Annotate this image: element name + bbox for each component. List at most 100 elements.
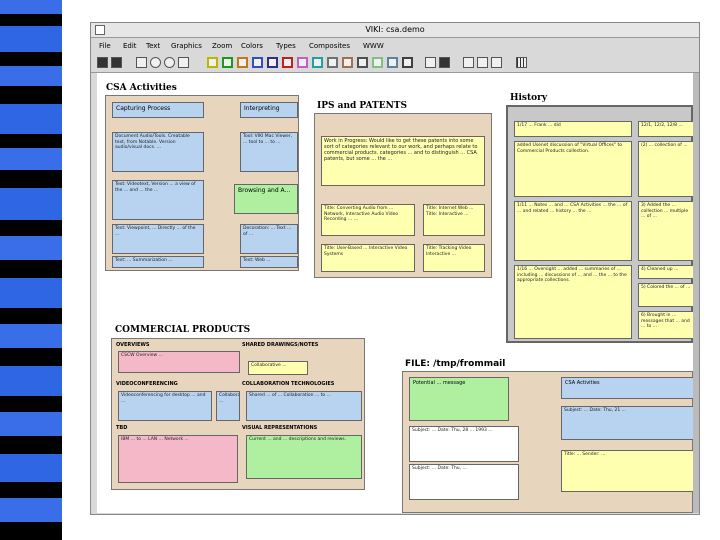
ips-panel[interactable]: Work in Progress: Would like to get thes… [314,113,492,278]
color-yellow-icon[interactable] [207,57,218,68]
history-card[interactable]: 1/11 ... Notes ... and ... CSA Activitie… [514,201,632,261]
file-card[interactable]: Subject: ... Date: Thu, 28 ... 1993 ... [409,426,519,462]
view-icon[interactable] [97,57,108,68]
commercial-panel[interactable]: OVERVIEWS SHARED DRAWINGS/NOTES CSCW Ove… [111,338,365,490]
history-card[interactable]: 4) Cleaned up ... [638,265,693,279]
file-card[interactable]: Potential ... message [409,377,509,421]
stripe-band [0,260,62,278]
file-card[interactable]: Subject: ... Date: Thu, ... [409,464,519,500]
csa-card[interactable]: Tool: VIKI Mac Viewer, ... tool to ... t… [240,132,298,172]
line-none-icon[interactable] [425,57,436,68]
history-card[interactable]: 3) Added the ... collection ... multiple… [638,201,693,261]
ips-title: IPS and PATENTS [317,101,407,111]
ips-card[interactable]: Title: User-Based ... Interactive Video … [321,244,415,272]
section-label: SHARED DRAWINGS/NOTES [242,342,319,348]
file-card[interactable]: Subject: ... Date: Thu, 21 ... [561,406,693,440]
commercial-card[interactable]: Current ... and ... descriptions and rev… [246,435,362,479]
line-thin-icon[interactable] [463,57,474,68]
stripe-band [0,396,62,412]
stripe-band [0,308,62,324]
color-dark-icon[interactable] [357,57,368,68]
commercial-card[interactable]: Shared ... of ... Collaboration ... to .… [246,391,362,421]
menu-zoom[interactable]: Zoom [212,38,232,54]
shape-tool-icon[interactable] [178,57,189,68]
history-card[interactable]: 6) Brought in ... messages that ... and … [638,311,693,339]
workspace-canvas[interactable]: CSA Activities Capturing Process Interpr… [97,73,693,513]
ips-card[interactable]: Title: Converting Audio from ... Network… [321,204,415,236]
csa-card[interactable]: Document Audio/Tools. Creatable text, fr… [112,132,204,172]
stripe-band [0,278,62,308]
csa-card[interactable]: Browsing and A... [234,184,298,214]
commercial-card[interactable]: Collaborative ... [248,361,308,375]
stripe-band [0,348,62,366]
window-title: VIKI: csa.demo [365,25,425,34]
stripe-band [0,134,62,148]
color-green-icon[interactable] [222,57,233,68]
csa-card[interactable]: Text: Viewpoint, ... Directly ... of the… [112,224,204,254]
file-panel[interactable]: Potential ... message CSA Activities Sub… [402,371,693,513]
color-brown-icon[interactable] [342,57,353,68]
color-lightgreen-icon[interactable] [372,57,383,68]
commercial-card[interactable]: Collaborative ... [216,391,240,421]
menu-www[interactable]: WWW [363,38,384,54]
color-black-icon[interactable] [402,57,413,68]
menu-composites[interactable]: Composites [309,38,350,54]
history-card[interactable]: 12/1, 12/2, 12/8 ... [638,121,693,137]
menu-edit[interactable]: Edit [123,38,137,54]
color-gray-icon[interactable] [327,57,338,68]
menu-colors[interactable]: Colors [241,38,263,54]
line-medium-icon[interactable] [477,57,488,68]
color-teal-icon[interactable] [312,57,323,68]
commercial-card[interactable]: IBM ... to ... LAN ... Network ... [118,435,238,483]
stripe-band [0,26,62,52]
csa-card[interactable]: Decoration: ... Text ... of ... [240,224,298,254]
history-card[interactable]: added Usenet discussion of "Virtual Offi… [514,141,632,197]
close-icon[interactable] [95,25,105,35]
menu-text[interactable]: Text [146,38,160,54]
ips-card[interactable]: Title: Internet Web ... Title: Interacti… [423,204,485,236]
history-card[interactable]: 5) Colored the ... of ... [638,283,693,307]
vertical-scrollbar[interactable] [693,73,699,513]
stripe-band [0,188,62,220]
stripe-band [0,220,62,236]
csa-card[interactable]: Text: Videotext, Version ... a view of t… [112,180,204,220]
color-navy-icon[interactable] [267,57,278,68]
commercial-card[interactable]: CSCW Overview ... [118,351,240,373]
history-card[interactable]: (2) ... collection of ... [638,141,693,197]
slide-stripe [0,0,62,540]
color-magenta-icon[interactable] [297,57,308,68]
color-blue-icon[interactable] [252,57,263,68]
csa-card[interactable]: Text: Web ... [240,256,298,268]
csa-panel[interactable]: Capturing Process Interpreting Document … [105,95,299,271]
stripe-band [0,148,62,170]
color-orange-icon[interactable] [237,57,248,68]
grid-icon[interactable] [516,57,527,68]
toolbar [91,54,699,73]
line-thick-icon[interactable] [491,57,502,68]
history-card[interactable]: 1/16 ... Oversight ... added ... summari… [514,265,632,339]
section-label: COLLABORATION TECHNOLOGIES [242,381,335,387]
view-alt-icon[interactable] [111,57,122,68]
circle-tool-icon[interactable] [150,57,161,68]
color-red-icon[interactable] [282,57,293,68]
select-tool-icon[interactable] [136,57,147,68]
menu-graphics[interactable]: Graphics [171,38,202,54]
csa-card[interactable]: Capturing Process [112,102,204,118]
file-card[interactable]: Title: ... Sender: ... [561,450,693,492]
menu-types[interactable]: Types [276,38,296,54]
history-title: History [510,93,548,103]
ips-card[interactable]: Work in Progress: Would like to get thes… [321,136,485,186]
file-card[interactable]: CSA Activities [561,377,693,399]
history-panel[interactable]: 1/17 ... Frank ... did 12/1, 12/2, 12/8 … [506,105,693,343]
commercial-card[interactable]: Videoconferencing for desktop ... and ..… [118,391,212,421]
menu-file[interactable]: File [99,38,111,54]
color-slate-icon[interactable] [387,57,398,68]
rotate-tool-icon[interactable] [164,57,175,68]
ips-card[interactable]: Title: Tracking Video Interactive ... [423,244,485,272]
section-label: OVERVIEWS [116,342,150,348]
line-fill-icon[interactable] [439,57,450,68]
stripe-band [0,14,62,26]
csa-card[interactable]: Interpreting [240,102,298,118]
history-card[interactable]: 1/17 ... Frank ... did [514,121,632,137]
csa-card[interactable]: Text: ... Summarization ... [112,256,204,268]
